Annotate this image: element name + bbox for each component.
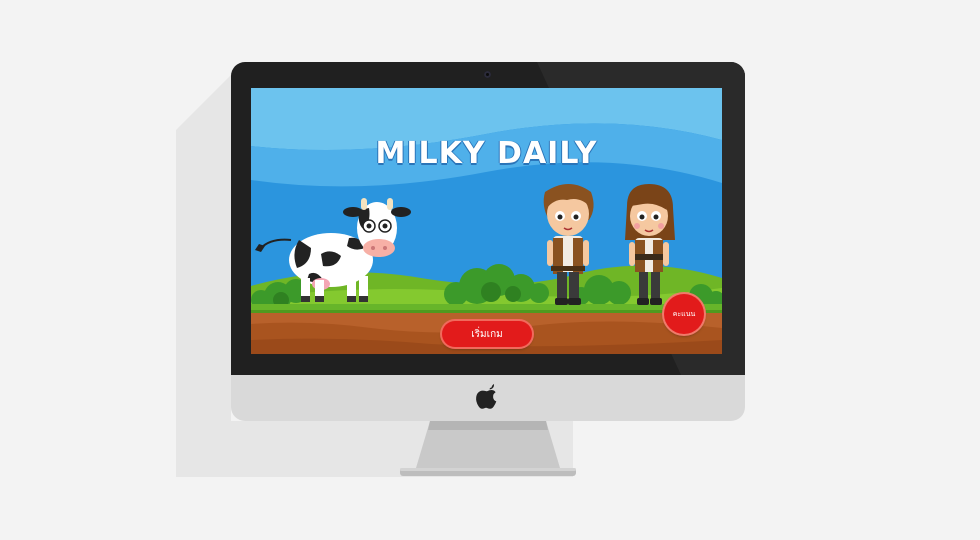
start-game-button[interactable]: เริ่มเกม [442, 321, 532, 347]
game-screen: MILKY DAILY เริ่มเกม คะแนน [251, 88, 722, 354]
webcam [484, 71, 491, 78]
desktop-monitor: MILKY DAILY เริ่มเกม คะแนน [231, 62, 745, 421]
monitor-bezel: MILKY DAILY เริ่มเกม คะแนน [231, 62, 745, 375]
score-button[interactable]: คะแนน [664, 294, 704, 334]
apple-logo-icon [476, 384, 497, 409]
game-title: MILKY DAILY [375, 136, 598, 171]
monitor-chin [231, 375, 745, 421]
game-scene [251, 88, 722, 354]
